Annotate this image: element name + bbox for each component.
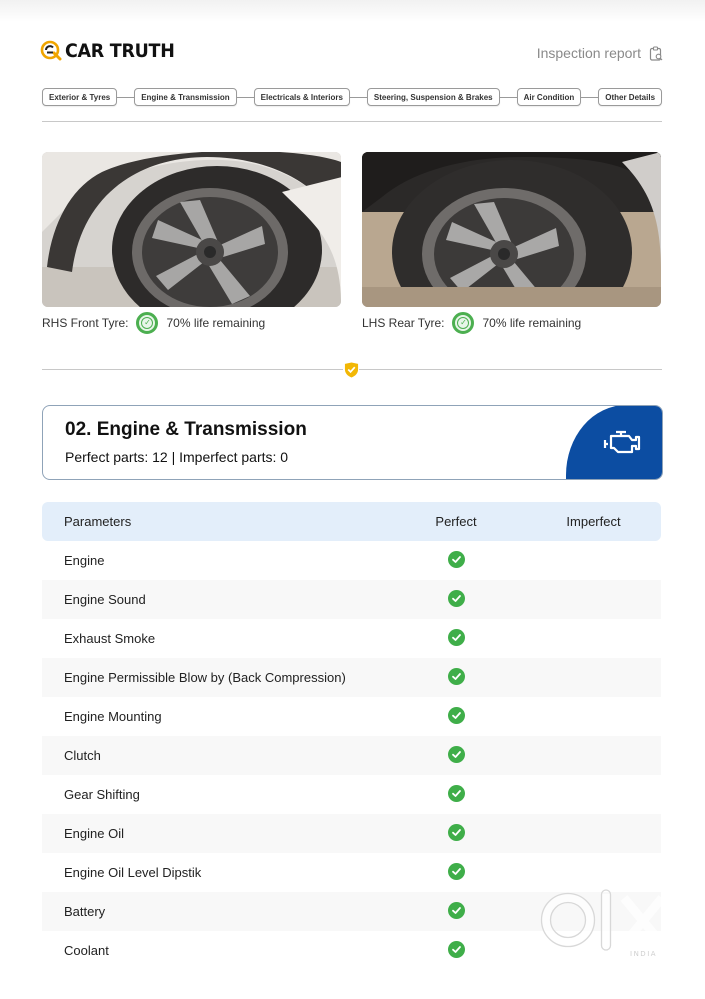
tyre-life-gauge-icon: ✓ xyxy=(452,312,475,334)
table-header-row: Parameters Perfect Imperfect xyxy=(42,502,661,541)
table-row: Engine xyxy=(42,541,661,580)
lhs-rear-tyre-photo[interactable] xyxy=(362,152,661,307)
table-row: Engine Mounting xyxy=(42,697,661,736)
parameter-name: Gear Shifting xyxy=(64,787,140,802)
check-icon: ✓ xyxy=(457,317,470,329)
top-fade xyxy=(0,0,705,22)
perfect-cell xyxy=(386,590,526,607)
step-air-condition[interactable]: Air Condition xyxy=(516,88,582,106)
check-icon xyxy=(447,746,465,763)
table-row: Exhaust Smoke xyxy=(42,619,661,658)
inspection-report-label: Inspection report xyxy=(536,45,641,61)
perfect-cell xyxy=(386,785,526,802)
column-header-parameters: Parameters xyxy=(64,514,132,529)
engine-transmission-section-card: 02. Engine & Transmission Perfect parts:… xyxy=(42,405,663,480)
perfect-cell xyxy=(386,941,526,958)
lhs-rear-tyre-caption: LHS Rear Tyre: ✓ 70% life remaining xyxy=(362,312,581,334)
tyre-life-remaining: 70% life remaining xyxy=(482,316,582,330)
parameter-name: Engine Mounting xyxy=(64,709,162,724)
check-icon xyxy=(447,668,465,685)
shield-check-icon xyxy=(343,361,359,378)
step-connector xyxy=(499,96,517,98)
check-icon xyxy=(447,551,465,568)
perfect-cell xyxy=(386,668,526,685)
parameter-name: Engine Permissible Blow by (Back Compres… xyxy=(64,670,346,685)
check-icon xyxy=(447,863,465,880)
step-steering-suspension-brakes[interactable]: Steering, Suspension & Brakes xyxy=(366,88,500,106)
column-header-imperfect: Imperfect xyxy=(566,514,621,529)
parameter-name: Exhaust Smoke xyxy=(64,631,156,646)
section-icon-panel xyxy=(566,406,662,479)
parameter-name: Coolant xyxy=(64,943,109,958)
perfect-cell xyxy=(386,824,526,841)
step-electricals-interiors[interactable]: Electricals & Interiors xyxy=(253,88,350,106)
tyre-life-remaining: 70% life remaining xyxy=(166,316,266,330)
table-row: Engine Oil Level Dipstik xyxy=(42,853,661,892)
car-truth-logo-icon xyxy=(40,40,62,61)
table-row: Engine Permissible Blow by (Back Compres… xyxy=(42,658,661,697)
step-exterior-tyres[interactable]: Exterior & Tyres xyxy=(42,88,118,106)
tyre-wheel-image xyxy=(362,152,661,307)
rhs-front-tyre-photo[interactable] xyxy=(42,152,341,307)
tyre-label: LHS Rear Tyre: xyxy=(362,316,445,330)
parameter-name: Engine Oil xyxy=(64,826,124,841)
step-connector xyxy=(581,96,599,98)
tyre-label: RHS Front Tyre: xyxy=(42,316,129,330)
parameter-name: Battery xyxy=(64,904,106,919)
tyre-wheel-image xyxy=(42,152,341,307)
step-engine-transmission[interactable]: Engine & Transmission xyxy=(134,88,237,106)
rhs-front-tyre-caption: RHS Front Tyre: ✓ 70% life remaining xyxy=(42,312,265,334)
header-divider xyxy=(42,121,662,122)
check-icon xyxy=(447,902,465,919)
engine-icon xyxy=(603,430,640,454)
table-row: Engine Sound xyxy=(42,580,661,619)
parameter-name: Engine xyxy=(64,553,105,568)
section-title: 02. Engine & Transmission xyxy=(65,419,307,440)
perfect-cell xyxy=(386,746,526,763)
table-row: Engine Oil xyxy=(42,814,661,853)
check-icon xyxy=(447,590,465,607)
section-summary: Perfect parts: 12 | Imperfect parts: 0 xyxy=(65,449,289,465)
watermark-sub: INDIA xyxy=(630,950,657,958)
table-row: Gear Shifting xyxy=(42,775,661,814)
table-row: Clutch xyxy=(42,736,661,775)
inspection-steps: Exterior & Tyres Engine & Transmission E… xyxy=(42,87,663,107)
check-icon: ✓ xyxy=(141,317,154,329)
column-header-perfect: Perfect xyxy=(435,514,477,529)
parameter-name: Clutch xyxy=(64,748,101,763)
perfect-cell xyxy=(386,629,526,646)
step-connector xyxy=(236,96,254,98)
tyre-life-gauge-icon: ✓ xyxy=(136,312,159,334)
check-icon xyxy=(447,629,465,646)
parameter-name: Engine Oil Level Dipstik xyxy=(64,865,202,880)
check-icon xyxy=(447,785,465,802)
perfect-cell xyxy=(386,707,526,724)
olx-india-watermark: INDIA xyxy=(540,889,666,958)
parameter-name: Engine Sound xyxy=(64,592,146,607)
perfect-cell xyxy=(386,863,526,880)
perfect-cell xyxy=(386,551,526,568)
brand-name: CAR TRUTH xyxy=(65,40,175,62)
brand-logo: CAR TRUTH xyxy=(40,40,184,62)
step-other-details[interactable]: Other Details xyxy=(598,88,663,106)
inspection-report-link[interactable]: Inspection report xyxy=(537,45,663,61)
check-icon xyxy=(447,707,465,724)
check-icon xyxy=(447,824,465,841)
step-connector xyxy=(117,96,135,98)
check-icon xyxy=(447,941,465,958)
step-connector xyxy=(349,96,367,98)
clipboard-icon xyxy=(649,45,663,61)
perfect-cell xyxy=(386,902,526,919)
header: CAR TRUTH Inspection report xyxy=(40,38,665,70)
